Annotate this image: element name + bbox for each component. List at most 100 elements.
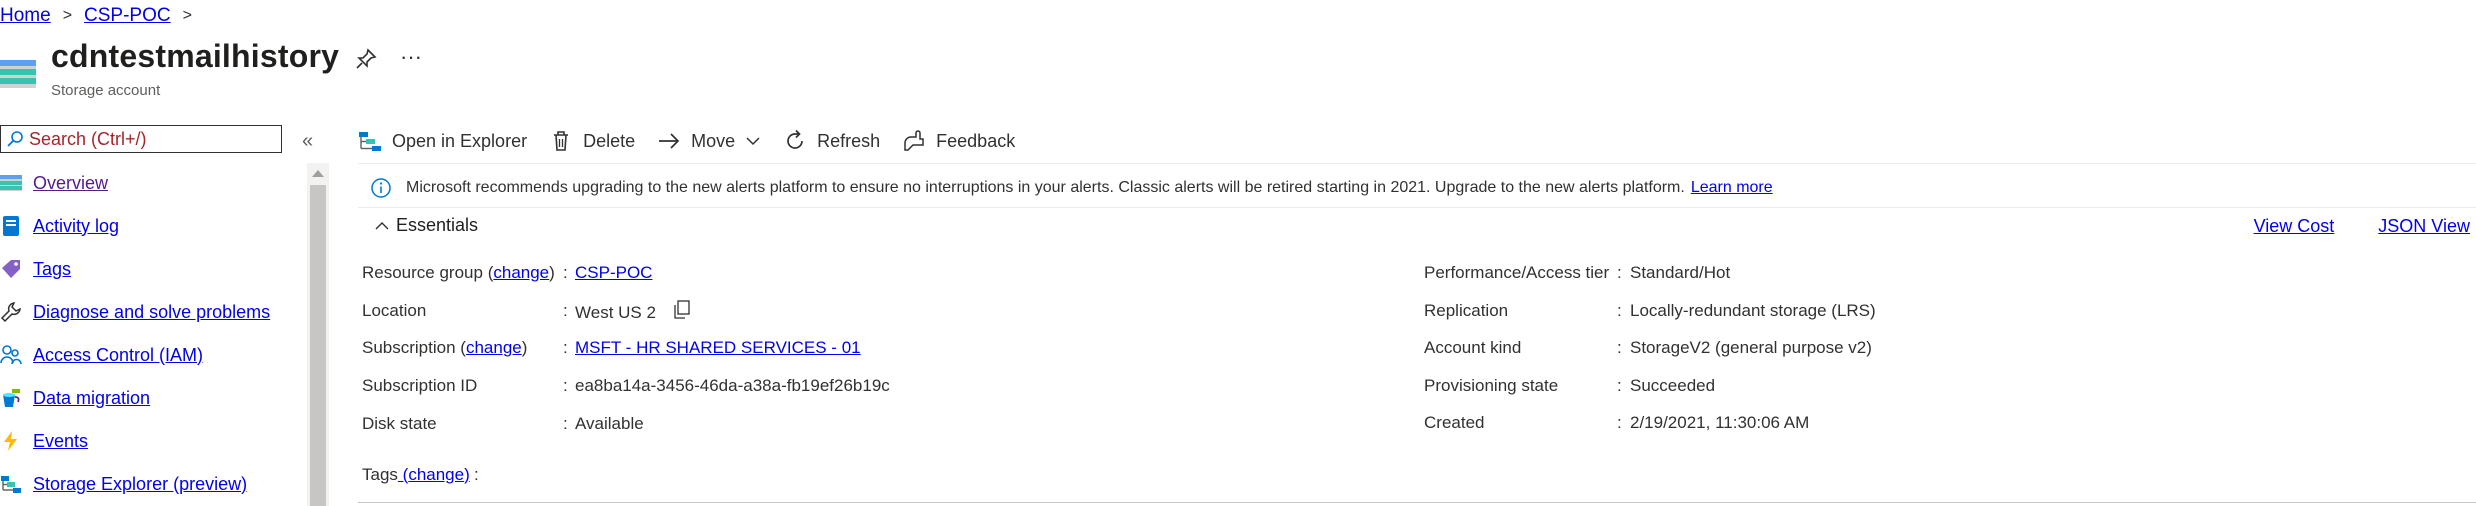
prop-value: West US 2 bbox=[575, 299, 691, 323]
collapse-sidebar-icon[interactable]: « bbox=[302, 130, 313, 153]
overview-icon bbox=[0, 175, 22, 191]
banner-text: Microsoft recommends upgrading to the ne… bbox=[406, 179, 1685, 196]
prop-subscription: Subscription (change) : MSFT - HR SHARED… bbox=[362, 334, 1062, 362]
sidebar-item-activity-log[interactable]: Activity log bbox=[0, 211, 300, 241]
change-tags-link[interactable]: (change) bbox=[398, 465, 470, 484]
data-migration-icon bbox=[3, 389, 20, 407]
refresh-icon bbox=[787, 129, 803, 149]
sidebar-item-events[interactable]: Events bbox=[0, 426, 300, 456]
prop-label: Provisioning state bbox=[1424, 376, 1559, 395]
refresh-label: Refresh bbox=[817, 130, 881, 151]
lightning-icon bbox=[4, 431, 17, 451]
sidebar-item-tags[interactable]: Tags bbox=[0, 254, 300, 284]
search-box[interactable] bbox=[0, 125, 282, 153]
prop-performance-tier: Performance/Access tier : Standard/Hot bbox=[1424, 259, 2224, 287]
prop-label: Performance/Access tier bbox=[1424, 263, 1610, 282]
sidebar-item-storage-explorer[interactable]: Storage Explorer (preview) bbox=[0, 469, 300, 499]
prop-value: StorageV2 (general purpose v2) bbox=[1630, 338, 1872, 357]
pin-icon[interactable] bbox=[355, 48, 377, 70]
scroll-up-arrow-icon[interactable] bbox=[312, 170, 324, 177]
prop-value: 2/19/2021, 11:30:06 AM bbox=[1630, 413, 1810, 432]
prop-label: Account kind bbox=[1424, 338, 1522, 357]
prop-label: Created bbox=[1424, 413, 1485, 432]
resource-header: cdntestmailhistory Storage account ··· bbox=[0, 38, 700, 102]
prop-location: Location : West US 2 bbox=[362, 297, 1062, 325]
storage-explorer-icon bbox=[1, 476, 21, 493]
view-cost-link[interactable]: View Cost bbox=[2254, 216, 2335, 237]
prop-colon: : bbox=[1617, 263, 1622, 282]
change-subscription-link[interactable]: change bbox=[466, 338, 522, 357]
sidebar-item-label: Storage Explorer (preview) bbox=[33, 473, 248, 494]
breadcrumb-home-link[interactable]: Home bbox=[0, 5, 51, 27]
move-button[interactable]: Move bbox=[657, 129, 761, 153]
scrollbar-thumb[interactable] bbox=[310, 185, 326, 506]
prop-value: Succeeded bbox=[1630, 376, 1716, 395]
prop-value: Available bbox=[575, 414, 644, 433]
prop-value: ea8ba14a-3456-46da-a38a-fb19ef26b19c bbox=[575, 376, 890, 395]
prop-label: Disk state bbox=[362, 414, 437, 433]
people-icon bbox=[0, 345, 22, 365]
info-icon bbox=[371, 178, 391, 198]
prop-tags: Tags (change) : bbox=[362, 461, 762, 489]
sidebar-item-label: Activity log bbox=[33, 215, 120, 236]
more-options-icon[interactable]: ··· bbox=[400, 44, 422, 70]
sidebar-item-label: Access Control (IAM) bbox=[33, 344, 204, 365]
prop-label: Subscription (change) bbox=[362, 338, 528, 357]
change-resource-group-link[interactable]: change bbox=[493, 263, 549, 282]
essentials-toggle[interactable]: Essentials bbox=[374, 215, 478, 236]
subscription-link[interactable]: MSFT - HR SHARED SERVICES - 01 bbox=[575, 338, 861, 357]
sidebar-item-access-control[interactable]: Access Control (IAM) bbox=[0, 340, 300, 370]
activity-log-icon bbox=[3, 216, 19, 236]
sidebar-item-label: Data migration bbox=[33, 387, 151, 408]
sidebar-scrollbar[interactable] bbox=[307, 163, 329, 506]
divider bbox=[358, 502, 2476, 503]
prop-created: Created : 2/19/2021, 11:30:06 AM bbox=[1424, 409, 2224, 437]
breadcrumb-resource-group-link[interactable]: CSP-POC bbox=[84, 5, 171, 27]
prop-colon: : bbox=[563, 301, 568, 320]
move-label: Move bbox=[691, 130, 736, 151]
trash-icon bbox=[554, 131, 569, 151]
prop-colon: : bbox=[1617, 413, 1622, 432]
breadcrumb: Home > CSP-POC > bbox=[0, 2, 204, 30]
breadcrumb-separator: > bbox=[182, 7, 192, 24]
arrow-right-icon bbox=[659, 133, 680, 149]
sidebar-item-overview[interactable]: Overview bbox=[0, 168, 300, 198]
sidebar-item-diagnose[interactable]: Diagnose and solve problems bbox=[0, 297, 300, 327]
prop-value: Standard/Hot bbox=[1630, 263, 1731, 282]
prop-label: Replication bbox=[1424, 301, 1509, 320]
open-in-explorer-button[interactable]: Open in Explorer bbox=[358, 129, 527, 153]
tag-icon bbox=[2, 260, 20, 278]
search-input[interactable] bbox=[25, 128, 273, 150]
prop-replication: Replication : Locally-redundant storage … bbox=[1424, 297, 2224, 325]
prop-disk-state: Disk state : Available bbox=[362, 410, 1062, 438]
sidebar-item-label: Tags bbox=[33, 258, 72, 279]
sidebar-item-data-migration[interactable]: Data migration bbox=[0, 383, 300, 413]
divider bbox=[358, 163, 2476, 164]
open-in-explorer-label: Open in Explorer bbox=[392, 130, 528, 151]
feedback-label: Feedback bbox=[936, 130, 1016, 151]
prop-colon: : bbox=[563, 376, 568, 395]
prop-colon: : bbox=[563, 414, 568, 433]
prop-account-kind: Account kind : StorageV2 (general purpos… bbox=[1424, 334, 2224, 362]
chevron-down-icon bbox=[746, 137, 760, 146]
copy-icon[interactable] bbox=[673, 299, 691, 320]
feedback-icon bbox=[904, 130, 924, 151]
wrench-icon bbox=[0, 302, 21, 323]
storage-explorer-icon bbox=[359, 132, 381, 151]
essentials-title: Essentials bbox=[396, 215, 479, 235]
feedback-button[interactable]: Feedback bbox=[902, 129, 1015, 153]
prop-colon: : bbox=[474, 465, 479, 484]
learn-more-link[interactable]: Learn more bbox=[1691, 179, 1773, 197]
delete-button[interactable]: Delete bbox=[549, 129, 635, 153]
sidebar-item-label: Diagnose and solve problems bbox=[33, 301, 271, 322]
essentials-links: View Cost JSON View bbox=[2210, 216, 2470, 237]
refresh-button[interactable]: Refresh bbox=[783, 129, 880, 153]
chevron-up-icon bbox=[375, 221, 389, 229]
json-view-link[interactable]: JSON View bbox=[2378, 216, 2470, 237]
prop-subscription-id: Subscription ID : ea8ba14a-3456-46da-a38… bbox=[362, 372, 1062, 400]
prop-label: Resource group (change) bbox=[362, 263, 555, 282]
prop-label: Subscription ID bbox=[362, 376, 478, 395]
resource-group-link[interactable]: CSP-POC bbox=[575, 263, 652, 282]
command-bar: Open in Explorer Delete Move Refresh Fee… bbox=[358, 122, 1037, 160]
delete-label: Delete bbox=[583, 130, 636, 151]
